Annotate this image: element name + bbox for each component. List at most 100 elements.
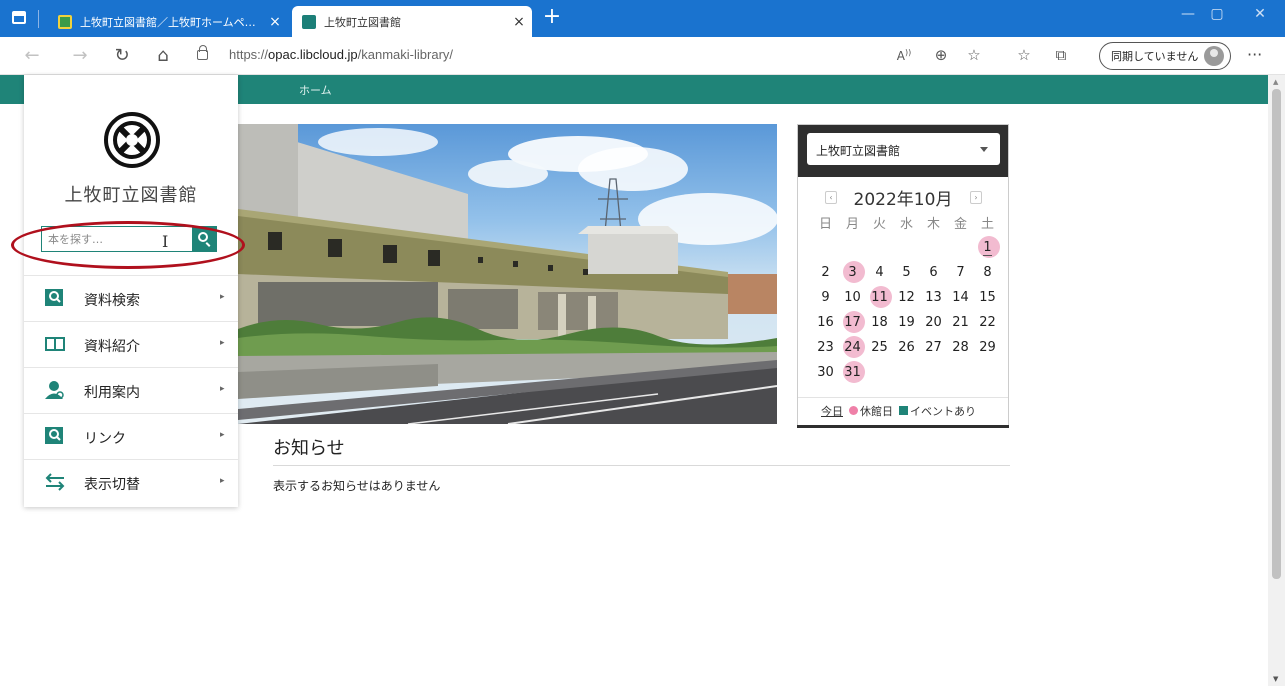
calendar-day[interactable]: 21 — [947, 312, 974, 333]
library-favicon-icon — [302, 14, 316, 29]
lock-icon[interactable] — [197, 45, 208, 60]
calendar-day[interactable]: 3 — [839, 261, 866, 283]
calendar-day[interactable]: 25 — [866, 337, 893, 358]
favorite-add-icon[interactable]: ☆ — [961, 46, 987, 64]
calendar-day[interactable]: 26 — [893, 337, 920, 358]
calendar-legend: 今日 休館日 イベントあり — [798, 397, 1008, 423]
sidebar-item-links[interactable]: リンク ▸ — [24, 413, 238, 459]
calendar-day[interactable]: 7 — [947, 262, 974, 283]
calendar-empty-cell — [866, 237, 893, 258]
read-aloud-icon[interactable]: A)) — [891, 48, 917, 63]
calendar-day[interactable]: 14 — [947, 287, 974, 308]
calendar-day[interactable]: 23 — [812, 337, 839, 358]
calendar-day[interactable]: 13 — [920, 287, 947, 308]
calendar-day[interactable]: 17 — [839, 311, 866, 333]
calendar-day-number: 21 — [952, 315, 969, 330]
calendar-day-number: 2 — [821, 265, 830, 280]
sidebar-item-material-intro[interactable]: 資料紹介 ▸ — [24, 321, 238, 367]
calendar-day[interactable]: 5 — [893, 262, 920, 283]
sidebar-item-user-guide[interactable]: 利用案内 ▸ — [24, 367, 238, 413]
text-cursor-icon: I — [162, 232, 169, 251]
calendar-week-row: 2 3 4 5 6 7 8 — [812, 260, 1002, 285]
home-icon[interactable]: ⌂ — [150, 45, 176, 66]
search-book-icon — [45, 289, 63, 306]
calendar-day[interactable]: 22 — [974, 312, 1001, 333]
refresh-icon[interactable]: ↻ — [109, 45, 135, 66]
tab-actions-icon[interactable] — [12, 11, 26, 24]
weekday-label: 火 — [872, 217, 886, 232]
more-icon[interactable]: ··· — [1247, 45, 1262, 64]
tab-close-icon[interactable]: × — [506, 14, 532, 30]
scroll-down-icon[interactable]: ▼ — [1273, 675, 1278, 683]
calendar-day[interactable]: 16 — [812, 312, 839, 333]
calendar-day-number: 30 — [817, 365, 834, 380]
library-logo-icon — [104, 112, 160, 168]
closed-day-marker-icon — [849, 406, 858, 415]
sidebar-item-label: 表示切替 — [84, 477, 140, 493]
calendar-empty-cell — [812, 237, 839, 258]
tab-close-icon[interactable]: × — [262, 14, 288, 30]
calendar-day[interactable]: 1 — [974, 236, 1001, 258]
calendar-day[interactable]: 9 — [812, 287, 839, 308]
user-guide-icon — [45, 381, 64, 399]
forward-icon[interactable]: → — [67, 45, 93, 66]
calendar-day[interactable]: 2 — [812, 262, 839, 283]
window-close-button[interactable]: ✕ — [1240, 6, 1280, 22]
calendar-day[interactable]: 29 — [974, 337, 1001, 358]
chevron-down-icon — [980, 147, 988, 152]
sidebar-item-material-search[interactable]: 資料検索 ▸ — [24, 275, 238, 321]
collections-icon[interactable]: ⧉ — [1048, 46, 1074, 64]
library-building-photo — [238, 124, 777, 424]
back-icon[interactable]: ← — [19, 45, 45, 66]
calendar-day[interactable]: 12 — [893, 287, 920, 308]
url-field[interactable]: https://opac.libcloud.jp/kanmaki-library… — [229, 47, 453, 62]
nav-home-link[interactable]: ホーム — [299, 82, 332, 98]
calendar-day[interactable]: 18 — [866, 312, 893, 333]
weekday-label: 土 — [980, 217, 994, 232]
calendar-day-number: 4 — [875, 265, 884, 280]
page-scrollbar[interactable]: ▲ ▼ — [1268, 75, 1285, 686]
calendar-day-number: 3 — [848, 265, 857, 280]
calendar-day[interactable]: 6 — [920, 262, 947, 283]
calendar-day-number: 8 — [983, 265, 992, 280]
calendar-day[interactable]: 4 — [866, 262, 893, 283]
calendar-day-number: 19 — [898, 315, 915, 330]
calendar-day[interactable]: 15 — [974, 287, 1001, 308]
profile-icon — [1204, 46, 1224, 66]
tab-kanmaki-library[interactable]: 上牧町立図書館 × — [292, 6, 532, 37]
tab-title: 上牧町立図書館／上牧町ホームページ — [80, 15, 262, 29]
calendar-day[interactable]: 8 — [974, 262, 1001, 283]
scroll-up-icon[interactable]: ▲ — [1273, 78, 1278, 86]
calendar-day[interactable]: 10 — [839, 287, 866, 308]
opening-calendar: 上牧町立図書館 ‹ 2022年10月 › 日月火水木金土 1 2 3 4 5 6 7 8 9 10 1… — [797, 124, 1009, 428]
calendar-week-row: 30 31 — [812, 360, 1002, 385]
sidebar-item-display-toggle[interactable]: 表示切替 ▸ — [24, 459, 238, 505]
calendar-day[interactable]: 24 — [839, 336, 866, 358]
favorites-icon[interactable]: ☆ — [1011, 46, 1037, 64]
legend-event-label: イベントあり — [910, 404, 976, 418]
zoom-icon[interactable]: ⊕ — [928, 46, 954, 64]
weekday-label: 日 — [818, 217, 832, 232]
calendar-day-number: 23 — [817, 340, 834, 355]
calendar-day[interactable]: 20 — [920, 312, 947, 333]
calendar-day[interactable]: 31 — [839, 361, 866, 383]
chevron-right-icon: ▸ — [220, 292, 225, 302]
calendar-day[interactable]: 11 — [866, 286, 893, 308]
link-icon — [45, 427, 63, 444]
calendar-day[interactable]: 30 — [812, 362, 839, 383]
library-name: 上牧町立図書館 — [64, 185, 198, 206]
scroll-thumb[interactable] — [1272, 89, 1281, 579]
news-divider — [273, 465, 1010, 466]
calendar-empty-cell — [947, 362, 974, 383]
calendar-day[interactable]: 28 — [947, 337, 974, 358]
tab-kanmaki-town[interactable]: 上牧町立図書館／上牧町ホームページ × — [48, 6, 288, 37]
calendar-day[interactable]: 27 — [920, 337, 947, 358]
library-select[interactable]: 上牧町立図書館 — [807, 133, 1000, 165]
today-link[interactable]: 今日 — [821, 403, 843, 419]
restore-button[interactable]: ▢ — [1197, 6, 1237, 22]
profile-sync-button[interactable]: 同期していません — [1099, 42, 1231, 70]
next-month-button[interactable]: › — [970, 191, 982, 204]
calendar-day[interactable]: 19 — [893, 312, 920, 333]
calendar-empty-cell — [893, 362, 920, 383]
new-tab-button[interactable]: + — [540, 4, 564, 29]
